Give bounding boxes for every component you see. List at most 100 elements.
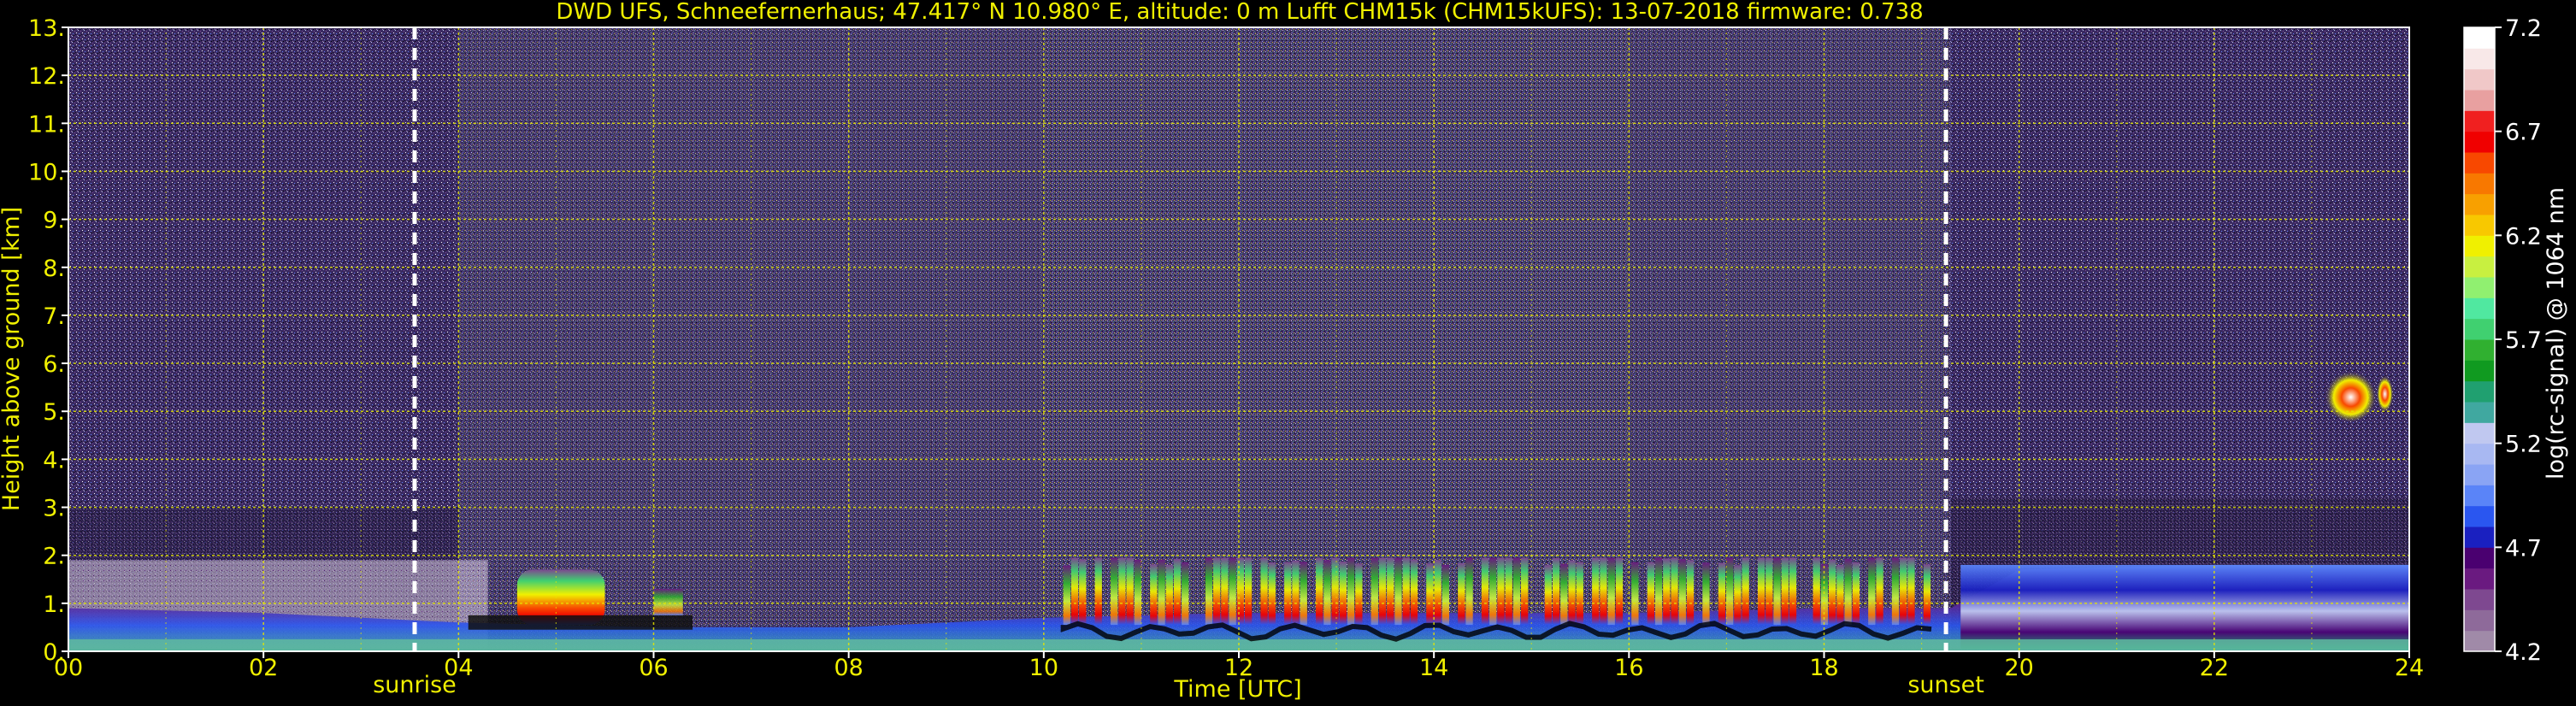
cloud-column [1647,562,1655,626]
x-axis-label: Time [UTC] [1173,676,1301,703]
ceilometer-plot: sunrise sunset 00 02 04 06 08 10 12 14 16 18 20 22 24… [0,0,2576,706]
colorbar-segment [2464,422,2495,444]
colorbar: 4.2 4.7 5.2 5.7 6.2 6.7 7.2 [2463,15,2542,666]
cloud-column [1891,557,1900,626]
colorbar-segment [2464,339,2495,361]
cloud-column [1355,563,1363,626]
cloud-column [1213,557,1221,626]
y-tick-label: 2. [43,544,65,570]
colorbar-segment [2464,568,2495,590]
cloud-column [1182,562,1189,626]
cloud-column [1316,557,1323,626]
cloud-column [1205,557,1213,626]
cloud-column [1512,557,1521,626]
cloud-column [1836,565,1844,626]
cloud-column [1331,557,1339,626]
colorbar-segment [2464,27,2495,49]
cloud-column [1702,562,1710,626]
cloud-column [1686,560,1695,626]
cloud-column [1150,564,1158,626]
cloud-column [1402,557,1410,626]
y-tick-label: 7. [43,303,65,330]
y-tick-label: 9. [43,208,65,234]
x-tick-label: 24 [2395,655,2424,681]
x-tick-label: 22 [2200,655,2229,681]
cloud-column [1781,557,1789,626]
cloud-column [1236,557,1245,626]
cloud-column [1576,562,1583,626]
cloud-column [1663,558,1671,626]
cloud-column [1229,557,1236,626]
colorbar-label: log(rc-signal) @ 1064 nm [2543,187,2569,479]
cloud-column [1615,557,1624,626]
colorbar-segment [2464,443,2495,465]
colorbar-segment [2464,485,2495,507]
cloud-column [1505,557,1512,626]
colorbar-segment [2464,256,2495,278]
colorbar-segment [2464,464,2495,485]
cloud-column [1070,557,1079,626]
cloud-column [1852,562,1860,626]
cloud-column [1260,557,1268,626]
cloud-column [1063,565,1070,626]
colorbar-segment [2464,110,2495,132]
cloud-column [1552,557,1560,626]
colorbar-tick-label: 6.7 [2505,120,2542,146]
colorbar-segment [2464,380,2495,403]
y-tick-label: 3. [43,496,65,522]
cloud-column [1394,557,1402,626]
colorbar-tick-label: 7.2 [2505,15,2542,42]
cloud-column [1158,559,1165,626]
colorbar-segment [2464,90,2495,111]
cloud-column [1458,563,1465,626]
cloud-column [1378,557,1387,626]
cloud-column [1592,557,1600,626]
colorbar-segment [2464,402,2495,423]
cloud-column [1387,557,1394,626]
cloud-column [1671,557,1678,626]
cloud-column [1079,559,1087,626]
y-tick-label: 6. [43,351,65,378]
cloud-column [1813,557,1820,626]
colorbar-tick-label: 5.7 [2505,327,2542,354]
morning-cloud-base [468,615,693,630]
colorbar-segment [2464,48,2495,70]
cloud-column [1426,563,1434,626]
cloud-column [1111,557,1118,626]
colorbar-segment [2464,131,2495,153]
colorbar-segment [2464,152,2495,174]
cloud-column [1173,559,1182,626]
colorbar-segment [2464,277,2495,298]
cloud-column [1607,557,1615,626]
y-tick-label: 8. [43,256,65,282]
cloud-column [1654,557,1663,626]
cloud-column [1789,557,1797,626]
cloud-column [1600,557,1607,626]
y-tick-label: 5. [43,399,65,426]
cloud-column [1410,559,1418,626]
cloud-column [1497,557,1505,626]
colorbar-segment [2464,215,2495,236]
cloud-column [1244,557,1253,626]
cloud-column [1907,557,1915,626]
morning-cloud-small [653,589,683,615]
cloud-column [1165,564,1173,626]
cloud-column [1844,558,1852,626]
y-tick-label: 0. [43,639,65,666]
colorbar-tick-label: 4.2 [2505,639,2542,666]
cloud-column [1434,560,1441,626]
cloud-column [1489,557,1497,626]
y-tick-label: 10. [28,159,65,185]
cloud-column [1292,560,1300,626]
cloud-column [1118,557,1126,626]
x-tick-label: 18 [1809,655,1838,681]
chart-title: DWD UFS, Schneefernerhaus; 47.417° N 10.… [556,0,1923,25]
colorbar-segment [2464,630,2495,652]
x-tick-label: 16 [1614,655,1643,681]
cloud-column [1718,562,1726,626]
cloud-column [1631,562,1639,626]
cloud-column [1678,559,1686,626]
y-tick-label: 11. [28,111,65,138]
colorbar-tick-label: 5.2 [2505,432,2542,458]
y-tick-label: 1. [43,591,65,618]
